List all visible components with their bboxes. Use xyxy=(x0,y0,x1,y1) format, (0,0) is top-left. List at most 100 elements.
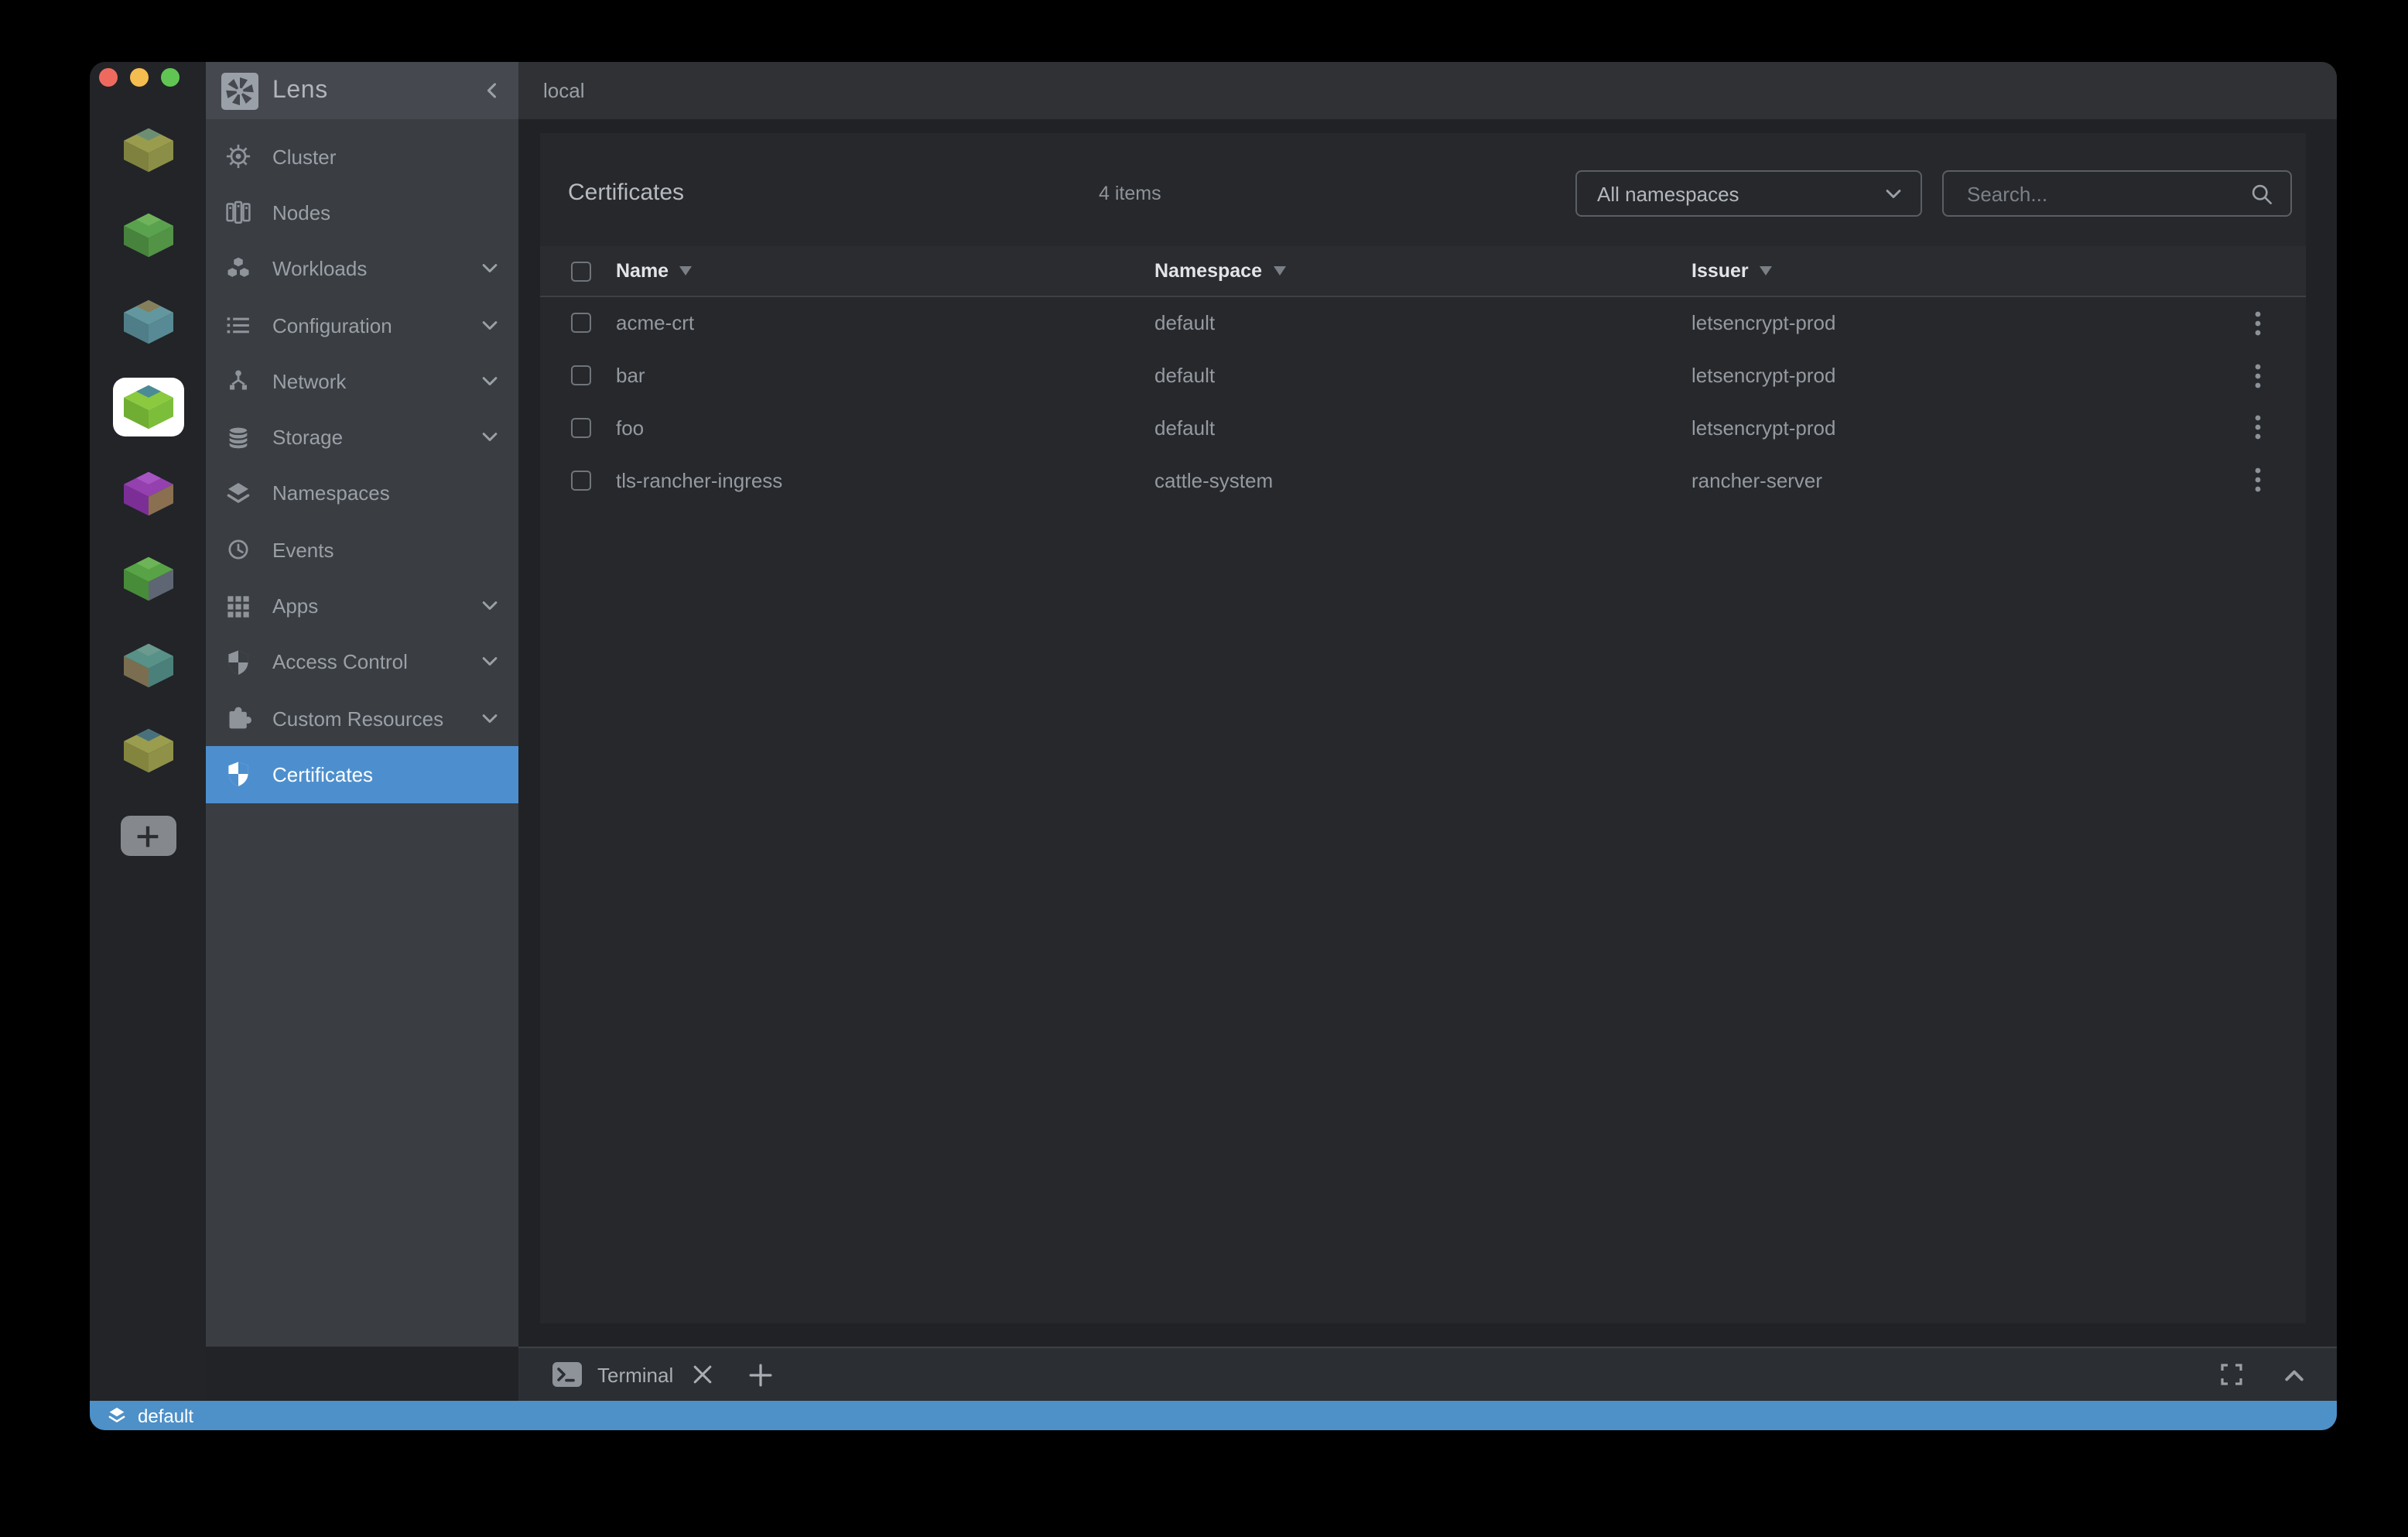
new-terminal-icon[interactable] xyxy=(749,1363,772,1386)
kebab-menu-icon[interactable] xyxy=(2241,358,2275,392)
cell-name: foo xyxy=(616,416,1154,440)
panel-header: Certificates 4 items All namespaces xyxy=(540,133,2306,246)
cluster-icon[interactable] xyxy=(112,279,183,365)
sidebar-item-namespaces[interactable]: Namespaces xyxy=(206,466,518,522)
certificates-icon xyxy=(223,759,254,790)
active-namespace-label: default xyxy=(138,1405,193,1426)
cell-name: bar xyxy=(616,364,1154,387)
sidebar-collapse-button[interactable] xyxy=(484,82,498,99)
chevron-up-icon[interactable] xyxy=(2284,1368,2304,1381)
nodes-icon xyxy=(223,197,254,228)
cluster-breadcrumb: local xyxy=(543,79,585,102)
chevron-down-icon xyxy=(481,263,498,274)
items-count: 4 items xyxy=(1099,183,1161,204)
configuration-icon xyxy=(223,310,254,341)
sidebar-item-configuration[interactable]: Configuration xyxy=(206,297,518,354)
page-title: Certificates xyxy=(568,180,684,206)
close-terminal-icon[interactable] xyxy=(693,1365,712,1384)
chevron-down-icon xyxy=(1885,188,1902,199)
app-title: Lens xyxy=(272,77,328,104)
terminal-icon xyxy=(552,1362,582,1387)
table-row[interactable]: bardefaultletsencrypt-prod xyxy=(540,350,2306,402)
sidebar-item-cluster[interactable]: Cluster xyxy=(206,128,518,185)
custom-resources-icon xyxy=(223,703,254,734)
search-box xyxy=(1942,170,2292,217)
table-row[interactable]: acme-crtdefaultletsencrypt-prod xyxy=(540,297,2306,350)
column-header-name[interactable]: Name xyxy=(616,260,1154,282)
sidebar-item-nodes[interactable]: Nodes xyxy=(206,185,518,241)
chevron-down-icon xyxy=(481,657,498,668)
traffic-light-minimize[interactable] xyxy=(130,68,149,87)
chevron-down-icon xyxy=(481,432,498,443)
apps-icon xyxy=(223,590,254,621)
cluster-icon-selected[interactable] xyxy=(112,378,183,437)
traffic-light-close[interactable] xyxy=(99,68,118,87)
row-checkbox[interactable] xyxy=(571,365,591,385)
namespace-filter-select[interactable]: All namespaces xyxy=(1575,170,1922,217)
column-header-issuer[interactable]: Issuer xyxy=(1691,260,2210,282)
cluster-icon[interactable] xyxy=(112,622,183,708)
sidebar-item-events[interactable]: Events xyxy=(206,522,518,578)
lens-logo-icon xyxy=(221,72,258,109)
sidebar-item-certificates[interactable]: Certificates xyxy=(206,747,518,803)
desktop: Lens local ClusterNodesWorkloadsConfigur… xyxy=(0,0,2408,1537)
sidebar-item-workloads[interactable]: Workloads xyxy=(206,241,518,297)
cluster-icon[interactable] xyxy=(112,708,183,794)
cluster-icon[interactable] xyxy=(112,193,183,279)
cell-issuer: rancher-server xyxy=(1691,469,2210,492)
lens-app-window: Lens local ClusterNodesWorkloadsConfigur… xyxy=(90,62,2337,1430)
kebab-menu-icon[interactable] xyxy=(2241,306,2275,341)
search-input[interactable] xyxy=(1964,180,2250,207)
sidebar-item-custom-resources[interactable]: Custom Resources xyxy=(206,690,518,747)
column-header-namespace[interactable]: Namespace xyxy=(1154,260,1691,282)
traffic-light-maximize[interactable] xyxy=(161,68,180,87)
cell-namespace: default xyxy=(1154,416,1691,440)
row-checkbox[interactable] xyxy=(571,471,591,491)
cluster-icon[interactable] xyxy=(112,450,183,536)
kebab-menu-icon[interactable] xyxy=(2241,411,2275,445)
namespace-statusbar[interactable]: default xyxy=(90,1401,2337,1430)
cell-issuer: letsencrypt-prod xyxy=(1691,416,2210,440)
table-body: acme-crtdefaultletsencrypt-prodbardefaul… xyxy=(540,297,2306,506)
terminal-dock: Terminal xyxy=(518,1347,2337,1401)
fullscreen-icon[interactable] xyxy=(2221,1364,2242,1385)
add-cluster-button[interactable] xyxy=(120,816,176,856)
terminal-tab[interactable]: Terminal xyxy=(597,1363,673,1386)
kebab-menu-icon[interactable] xyxy=(2241,464,2275,498)
sidebar-item-network[interactable]: Network xyxy=(206,353,518,409)
workloads-icon xyxy=(223,253,254,284)
window-controls xyxy=(99,68,180,87)
sort-arrow-icon xyxy=(1760,266,1772,276)
access-control-icon xyxy=(223,647,254,678)
chevron-down-icon xyxy=(481,320,498,330)
plus-icon xyxy=(135,823,161,849)
cluster-icon[interactable] xyxy=(112,107,183,193)
sidebar-menu: ClusterNodesWorkloadsConfigurationNetwor… xyxy=(206,119,518,1347)
table-row[interactable]: foodefaultletsencrypt-prod xyxy=(540,402,2306,454)
certificates-panel: Certificates 4 items All namespaces xyxy=(540,133,2306,1323)
sidebar-item-storage[interactable]: Storage xyxy=(206,409,518,466)
cell-namespace: default xyxy=(1154,312,1691,335)
cell-issuer: letsencrypt-prod xyxy=(1691,364,2210,387)
search-icon xyxy=(2250,182,2273,205)
cell-name: tls-rancher-ingress xyxy=(616,469,1154,492)
chevron-down-icon xyxy=(481,713,498,724)
table-header-row: NameNamespaceIssuer xyxy=(540,246,2306,297)
row-checkbox[interactable] xyxy=(571,418,591,438)
cell-name: acme-crt xyxy=(616,312,1154,335)
cluster-icon[interactable] xyxy=(112,536,183,622)
network-icon xyxy=(223,366,254,397)
row-checkbox[interactable] xyxy=(571,313,591,334)
sort-arrow-icon xyxy=(679,266,692,276)
topbar: local xyxy=(518,62,2337,119)
table-row[interactable]: tls-rancher-ingresscattle-systemrancher-… xyxy=(540,454,2306,507)
sort-arrow-icon xyxy=(1273,266,1285,276)
namespaces-icon xyxy=(223,478,254,509)
select-all-checkbox[interactable] xyxy=(571,261,591,281)
layers-icon xyxy=(107,1405,127,1426)
sidebar-item-apps[interactable]: Apps xyxy=(206,578,518,635)
sidebar-item-access-control[interactable]: Access Control xyxy=(206,634,518,690)
cluster-sidebar xyxy=(90,62,206,1430)
chevron-down-icon xyxy=(481,376,498,387)
events-icon xyxy=(223,534,254,565)
